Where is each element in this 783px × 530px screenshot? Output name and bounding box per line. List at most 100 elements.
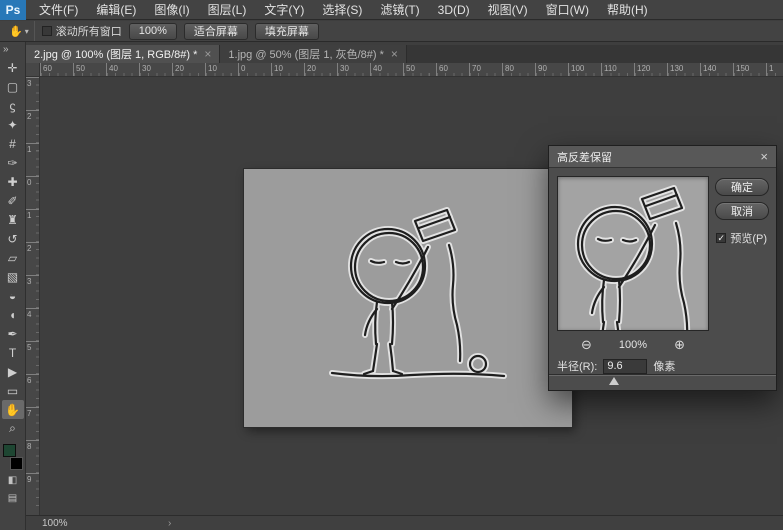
document-tab-1jpg[interactable]: 1.jpg @ 50% (图层 1, 灰色/8#) * ×: [220, 45, 406, 63]
ruler-number: 10: [271, 63, 304, 76]
blur-tool[interactable]: ◒: [2, 286, 24, 305]
shape-tool[interactable]: ▭: [2, 381, 24, 400]
path-selection-tool[interactable]: ▶: [2, 362, 24, 381]
zoom-in-icon[interactable]: ⊕: [674, 337, 685, 353]
ruler-number: 10: [205, 63, 238, 76]
screen-mode-icon[interactable]: ▤: [2, 491, 24, 506]
fit-screen-button[interactable]: 适合屏幕: [184, 23, 248, 40]
radius-label: 半径(R):: [557, 358, 597, 374]
ruler-number: 100: [568, 63, 601, 76]
menu-item-edit[interactable]: 编辑(E): [87, 0, 145, 20]
ruler-number: 2: [26, 110, 39, 143]
ruler-number: 20: [172, 63, 205, 76]
menu-item-select[interactable]: 选择(S): [313, 0, 371, 20]
ruler-number: 140: [700, 63, 733, 76]
lasso-tool[interactable]: ϛ: [2, 96, 24, 115]
preview-zoom-level: 100%: [619, 339, 647, 351]
ruler-number: 110: [601, 63, 634, 76]
foreground-color-swatch[interactable]: [3, 444, 16, 457]
gradient-tool[interactable]: ▧: [2, 267, 24, 286]
eyedropper-tool[interactable]: ✑: [2, 153, 24, 172]
zoom-out-icon[interactable]: ⊖: [581, 337, 592, 353]
menu-item-3d[interactable]: 3D(D): [429, 0, 479, 20]
filter-preview[interactable]: [557, 176, 709, 331]
sketch-figure-image: [244, 169, 572, 427]
close-icon[interactable]: ×: [204, 49, 211, 59]
move-tool[interactable]: ✛: [2, 58, 24, 77]
quick-selection-tool[interactable]: ✦: [2, 115, 24, 134]
healing-brush-tool[interactable]: ✚: [2, 172, 24, 191]
ok-button[interactable]: 确定: [715, 178, 769, 196]
radius-setting: 半径(R): 像素: [557, 358, 675, 374]
current-tool-preset[interactable]: ✋ ▾: [4, 21, 35, 41]
eraser-tool[interactable]: ▱: [2, 248, 24, 267]
brush-tool[interactable]: ✐: [2, 191, 24, 210]
scroll-all-windows-option[interactable]: 滚动所有窗口: [42, 23, 122, 39]
hand-icon: ✋: [9, 25, 23, 38]
chevron-down-icon: ▾: [25, 27, 29, 36]
tool-icon: ✦: [7, 118, 17, 132]
fill-screen-button[interactable]: 填充屏幕: [255, 23, 319, 40]
menu-item-type[interactable]: 文字(Y): [255, 0, 313, 20]
clone-stamp-tool[interactable]: ♜: [2, 210, 24, 229]
tool-icon: ▭: [7, 384, 18, 398]
zoom-tool[interactable]: ⌕: [2, 419, 24, 438]
status-zoom-level[interactable]: 100%: [26, 518, 168, 529]
menu-item-view[interactable]: 视图(V): [479, 0, 537, 20]
zoom-buttons: 100% 适合屏幕填充屏幕: [129, 23, 319, 40]
preview-image: [558, 177, 708, 330]
collapse-panel-icon[interactable]: »: [0, 42, 25, 58]
ruler-number: 120: [634, 63, 667, 76]
ruler-number: 60: [40, 63, 73, 76]
type-tool[interactable]: T: [2, 343, 24, 362]
background-color-swatch[interactable]: [10, 457, 23, 470]
menu-item-help[interactable]: 帮助(H): [598, 0, 657, 20]
ruler-number: 130: [667, 63, 700, 76]
radius-slider-thumb[interactable]: [609, 377, 619, 385]
pen-tool[interactable]: ✒: [2, 324, 24, 343]
tools-panel: » ✛ ▢ ϛ ✦ # ✑ ✚ ✐ ♜: [0, 42, 26, 530]
hand-tool[interactable]: ✋: [2, 400, 24, 419]
menu-bar: Ps 文件(F)编辑(E)图像(I)图层(L)文字(Y)选择(S)滤镜(T)3D…: [0, 0, 783, 20]
menu-item-file[interactable]: 文件(F): [30, 0, 87, 20]
dialog-title-bar[interactable]: 高反差保留 ×: [549, 146, 776, 168]
tool-icon: ↺: [7, 232, 17, 246]
preview-checkbox-label: 预览(P): [730, 230, 767, 246]
menu-item-image[interactable]: 图像(I): [145, 0, 198, 20]
vertical-ruler: 3210123456789: [26, 77, 40, 515]
preview-toggle[interactable]: ✓ 预览(P): [716, 230, 767, 246]
scroll-all-windows-checkbox[interactable]: [42, 26, 52, 36]
tool-icon: ✋: [5, 403, 20, 417]
menu-item-layer[interactable]: 图层(L): [199, 0, 256, 20]
ruler-number: 0: [26, 176, 39, 209]
radius-slider-track[interactable]: [549, 374, 776, 376]
document-tab-2jpg[interactable]: 2.jpg @ 100% (图层 1, RGB/8#) * ×: [26, 45, 220, 63]
close-icon[interactable]: ×: [760, 150, 768, 163]
tool-icon: ϛ: [10, 99, 16, 113]
ruler-number: 30: [139, 63, 172, 76]
ruler-number: 40: [370, 63, 403, 76]
tool-icon: ⌕: [9, 421, 16, 436]
tool-icon: ▧: [7, 270, 18, 284]
status-menu-arrow-icon[interactable]: ›: [168, 518, 171, 529]
ruler-number: 40: [106, 63, 139, 76]
document-canvas[interactable]: [244, 169, 572, 427]
radius-input[interactable]: [603, 359, 647, 374]
menu-item-filter[interactable]: 滤镜(T): [371, 0, 428, 20]
crop-tool[interactable]: #: [2, 134, 24, 153]
ruler-number: 6: [26, 374, 39, 407]
menu-item-window[interactable]: 窗口(W): [537, 0, 598, 20]
marquee-tool[interactable]: ▢: [2, 77, 24, 96]
actual-pixels-button[interactable]: 100%: [129, 23, 177, 40]
dodge-tool[interactable]: ◖: [2, 305, 24, 324]
tool-icon: ✚: [7, 175, 17, 189]
history-brush-tool[interactable]: ↺: [2, 229, 24, 248]
tool-icon: T: [9, 346, 16, 360]
preview-checkbox[interactable]: ✓: [716, 233, 726, 243]
close-icon[interactable]: ×: [391, 49, 398, 59]
cancel-button[interactable]: 取消: [715, 202, 769, 220]
dialog-title: 高反差保留: [557, 149, 612, 165]
ruler-number: 60: [436, 63, 469, 76]
quick-mask-icon[interactable]: ◧: [2, 473, 24, 488]
tool-icon: ▢: [7, 80, 18, 94]
